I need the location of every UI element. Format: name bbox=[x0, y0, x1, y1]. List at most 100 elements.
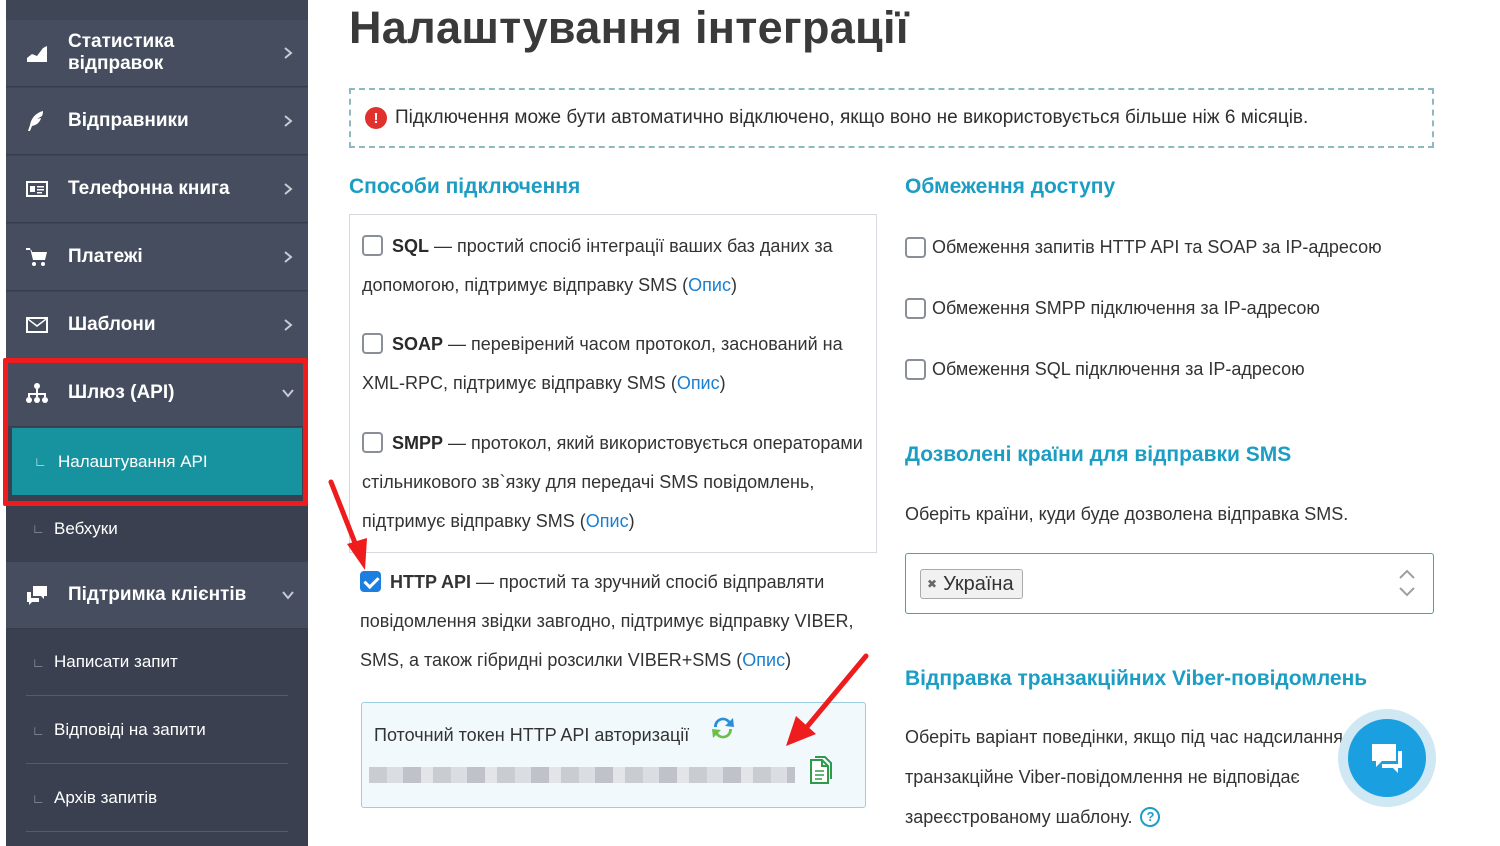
chevron-down-icon bbox=[268, 387, 308, 399]
method-desc: стільникового зв`язку для передачі SMS п… bbox=[362, 472, 815, 492]
sidebar-subitem-api-settings[interactable]: ∟ Налаштування API bbox=[12, 428, 302, 495]
viber-text-line: Оберіть варіант поведінки, якщо під час … bbox=[905, 727, 1343, 747]
chevron-right-icon bbox=[268, 319, 308, 331]
cart-icon bbox=[6, 246, 68, 268]
feather-icon bbox=[6, 110, 68, 132]
http-api-checkbox[interactable] bbox=[360, 571, 381, 592]
sidebar-item-label: Шлюз (API) bbox=[68, 382, 175, 403]
sidebar-subitem-label: Написати запит bbox=[54, 652, 178, 671]
access-option-label: Обмеження запитів HTTP API та SOAP за IP… bbox=[932, 237, 1382, 257]
tree-branch-icon: ∟ bbox=[32, 654, 45, 670]
method-desc: підтримує відправку SMS ( bbox=[362, 511, 586, 531]
sidebar-item-gateway-api[interactable]: Шлюз (API) bbox=[6, 360, 308, 427]
method-desc: — перевірений часом протокол, заснований… bbox=[443, 334, 843, 354]
token-panel: Поточний токен HTTP API авторизації bbox=[361, 702, 866, 808]
soap-checkbox[interactable] bbox=[362, 333, 383, 354]
chat-widget-button[interactable] bbox=[1338, 709, 1436, 807]
method-soap: SOAP — перевірений часом протокол, засно… bbox=[362, 333, 843, 393]
sidebar-item-statistics[interactable]: Статистика відправок bbox=[6, 20, 308, 87]
access-heading: Обмеження доступу bbox=[905, 175, 1116, 198]
chevron-right-icon bbox=[268, 115, 308, 127]
countries-hint: Оберіть країни, куди буде дозволена відп… bbox=[905, 504, 1349, 524]
methods-heading: Способи підключення bbox=[349, 175, 581, 198]
chat-bubbles-icon bbox=[6, 584, 68, 606]
method-desc: — простий спосіб інтеграції ваших баз да… bbox=[429, 236, 833, 256]
method-name: SMPP bbox=[392, 433, 444, 453]
access-option-sql[interactable]: Обмеження SQL підключення за IP-адресою bbox=[905, 359, 1305, 380]
token-value-masked bbox=[369, 767, 795, 783]
sidebar-subitem-new-request[interactable]: ∟ Написати запит bbox=[26, 629, 288, 696]
method-desc: допомогою, підтримує відправку SMS ( bbox=[362, 275, 689, 295]
access-option-label: Обмеження SMPP підключення за IP-адресою bbox=[932, 298, 1320, 318]
tree-branch-icon: ∟ bbox=[32, 521, 45, 536]
sidebar-subitem-webhooks[interactable]: ∟ Вебхуки bbox=[26, 495, 288, 562]
country-tag: ✖ Україна bbox=[920, 569, 1023, 599]
sidebar-subitem-answers[interactable]: ∟ Відповіді на запити bbox=[26, 697, 288, 764]
chat-icon bbox=[1348, 719, 1426, 797]
access-option-http-soap[interactable]: Обмеження запитів HTTP API та SOAP за IP… bbox=[905, 237, 1382, 258]
access-smpp-checkbox[interactable] bbox=[905, 298, 926, 319]
countries-select[interactable]: ✖ Україна bbox=[905, 553, 1434, 614]
method-name: SOAP bbox=[392, 334, 444, 354]
token-label: Поточний токен HTTP API авторизації bbox=[374, 725, 690, 745]
method-name: SQL bbox=[392, 236, 430, 256]
sidebar-item-label: Телефонна книга bbox=[68, 178, 230, 199]
http-api-description-link[interactable]: Опис bbox=[742, 650, 785, 670]
sidebar: Статистика відправок Відправники Телефон… bbox=[6, 0, 308, 846]
method-sql: SQL — простий спосіб інтеграції ваших ба… bbox=[362, 235, 833, 295]
sidebar-item-senders[interactable]: Відправники bbox=[6, 88, 308, 155]
soap-description-link[interactable]: Опис bbox=[677, 373, 720, 393]
chevron-down-icon bbox=[268, 589, 308, 601]
remove-tag-icon[interactable]: ✖ bbox=[927, 577, 937, 591]
method-http-api: HTTP API — простий та зручний спосіб від… bbox=[360, 571, 854, 670]
sidebar-item-support[interactable]: Підтримка клієнтів bbox=[6, 562, 308, 629]
page-title: Налаштування інтеграції bbox=[349, 2, 909, 53]
method-name: HTTP API bbox=[390, 572, 472, 592]
sidebar-item-label: Відправники bbox=[68, 110, 189, 131]
viber-heading: Відправка транзакційних Viber-повідомлен… bbox=[905, 667, 1368, 690]
country-tag-label: Україна bbox=[943, 572, 1014, 595]
sidebar-subitem-label: Архів запитів bbox=[54, 788, 158, 807]
viber-text: Оберіть варіант поведінки, якщо під час … bbox=[905, 717, 1343, 837]
methods-panel: SQL — простий спосіб інтеграції ваших ба… bbox=[349, 214, 877, 553]
envelope-icon bbox=[6, 314, 68, 336]
copy-icon[interactable] bbox=[808, 755, 834, 785]
smpp-description-link[interactable]: Опис bbox=[586, 511, 629, 531]
contacts-icon bbox=[6, 178, 68, 200]
access-option-label: Обмеження SQL підключення за IP-адресою bbox=[932, 359, 1305, 379]
method-desc: — протокол, який використовується операт… bbox=[443, 433, 863, 453]
exclamation-icon: ! bbox=[365, 107, 387, 129]
sidebar-subitem-archive[interactable]: ∟ Архів запитів bbox=[26, 765, 288, 832]
chevron-right-icon bbox=[268, 47, 308, 59]
refresh-icon[interactable] bbox=[708, 713, 738, 743]
access-option-smpp[interactable]: Обмеження SMPP підключення за IP-адресою bbox=[905, 298, 1320, 319]
method-desc: SMS, а також гібридні розсилки VIBER+SMS… bbox=[360, 650, 743, 670]
viber-text-line: транзакційне Viber-повідомлення не відпо… bbox=[905, 767, 1300, 787]
access-sql-checkbox[interactable] bbox=[905, 359, 926, 380]
tree-branch-icon: ∟ bbox=[32, 790, 45, 806]
chevron-right-icon bbox=[268, 251, 308, 263]
sidebar-item-templates[interactable]: Шаблони bbox=[6, 292, 308, 359]
method-smpp: SMPP — протокол, який використовується о… bbox=[362, 432, 863, 531]
access-http-soap-checkbox[interactable] bbox=[905, 237, 926, 258]
sidebar-subitem-label: Відповіді на запити bbox=[54, 720, 206, 739]
method-desc: — простий та зручний спосіб відправляти bbox=[471, 572, 825, 592]
sidebar-subitem-label: Налаштування API bbox=[58, 451, 208, 471]
chevron-right-icon bbox=[268, 183, 308, 195]
help-icon[interactable]: ? bbox=[1140, 807, 1161, 827]
page: Статистика відправок Відправники Телефон… bbox=[0, 0, 1500, 846]
sidebar-item-phonebook[interactable]: Телефонна книга bbox=[6, 156, 308, 223]
tree-branch-icon: ∟ bbox=[34, 454, 47, 469]
network-icon bbox=[6, 382, 68, 404]
select-arrows-icon bbox=[1399, 569, 1415, 597]
countries-heading: Дозволені країни для відправки SMS bbox=[905, 443, 1292, 466]
method-desc: XML-RPC, підтримує відправку SMS ( bbox=[362, 373, 677, 393]
chart-icon bbox=[6, 42, 68, 64]
smpp-checkbox[interactable] bbox=[362, 432, 383, 453]
sidebar-item-payments[interactable]: Платежі bbox=[6, 224, 308, 291]
viber-text-line: зареєстрованому шаблону. bbox=[905, 807, 1133, 827]
tree-branch-icon: ∟ bbox=[32, 722, 45, 738]
sql-description-link[interactable]: Опис bbox=[688, 275, 731, 295]
sidebar-item-label: Платежі bbox=[68, 246, 143, 267]
sql-checkbox[interactable] bbox=[362, 235, 383, 256]
